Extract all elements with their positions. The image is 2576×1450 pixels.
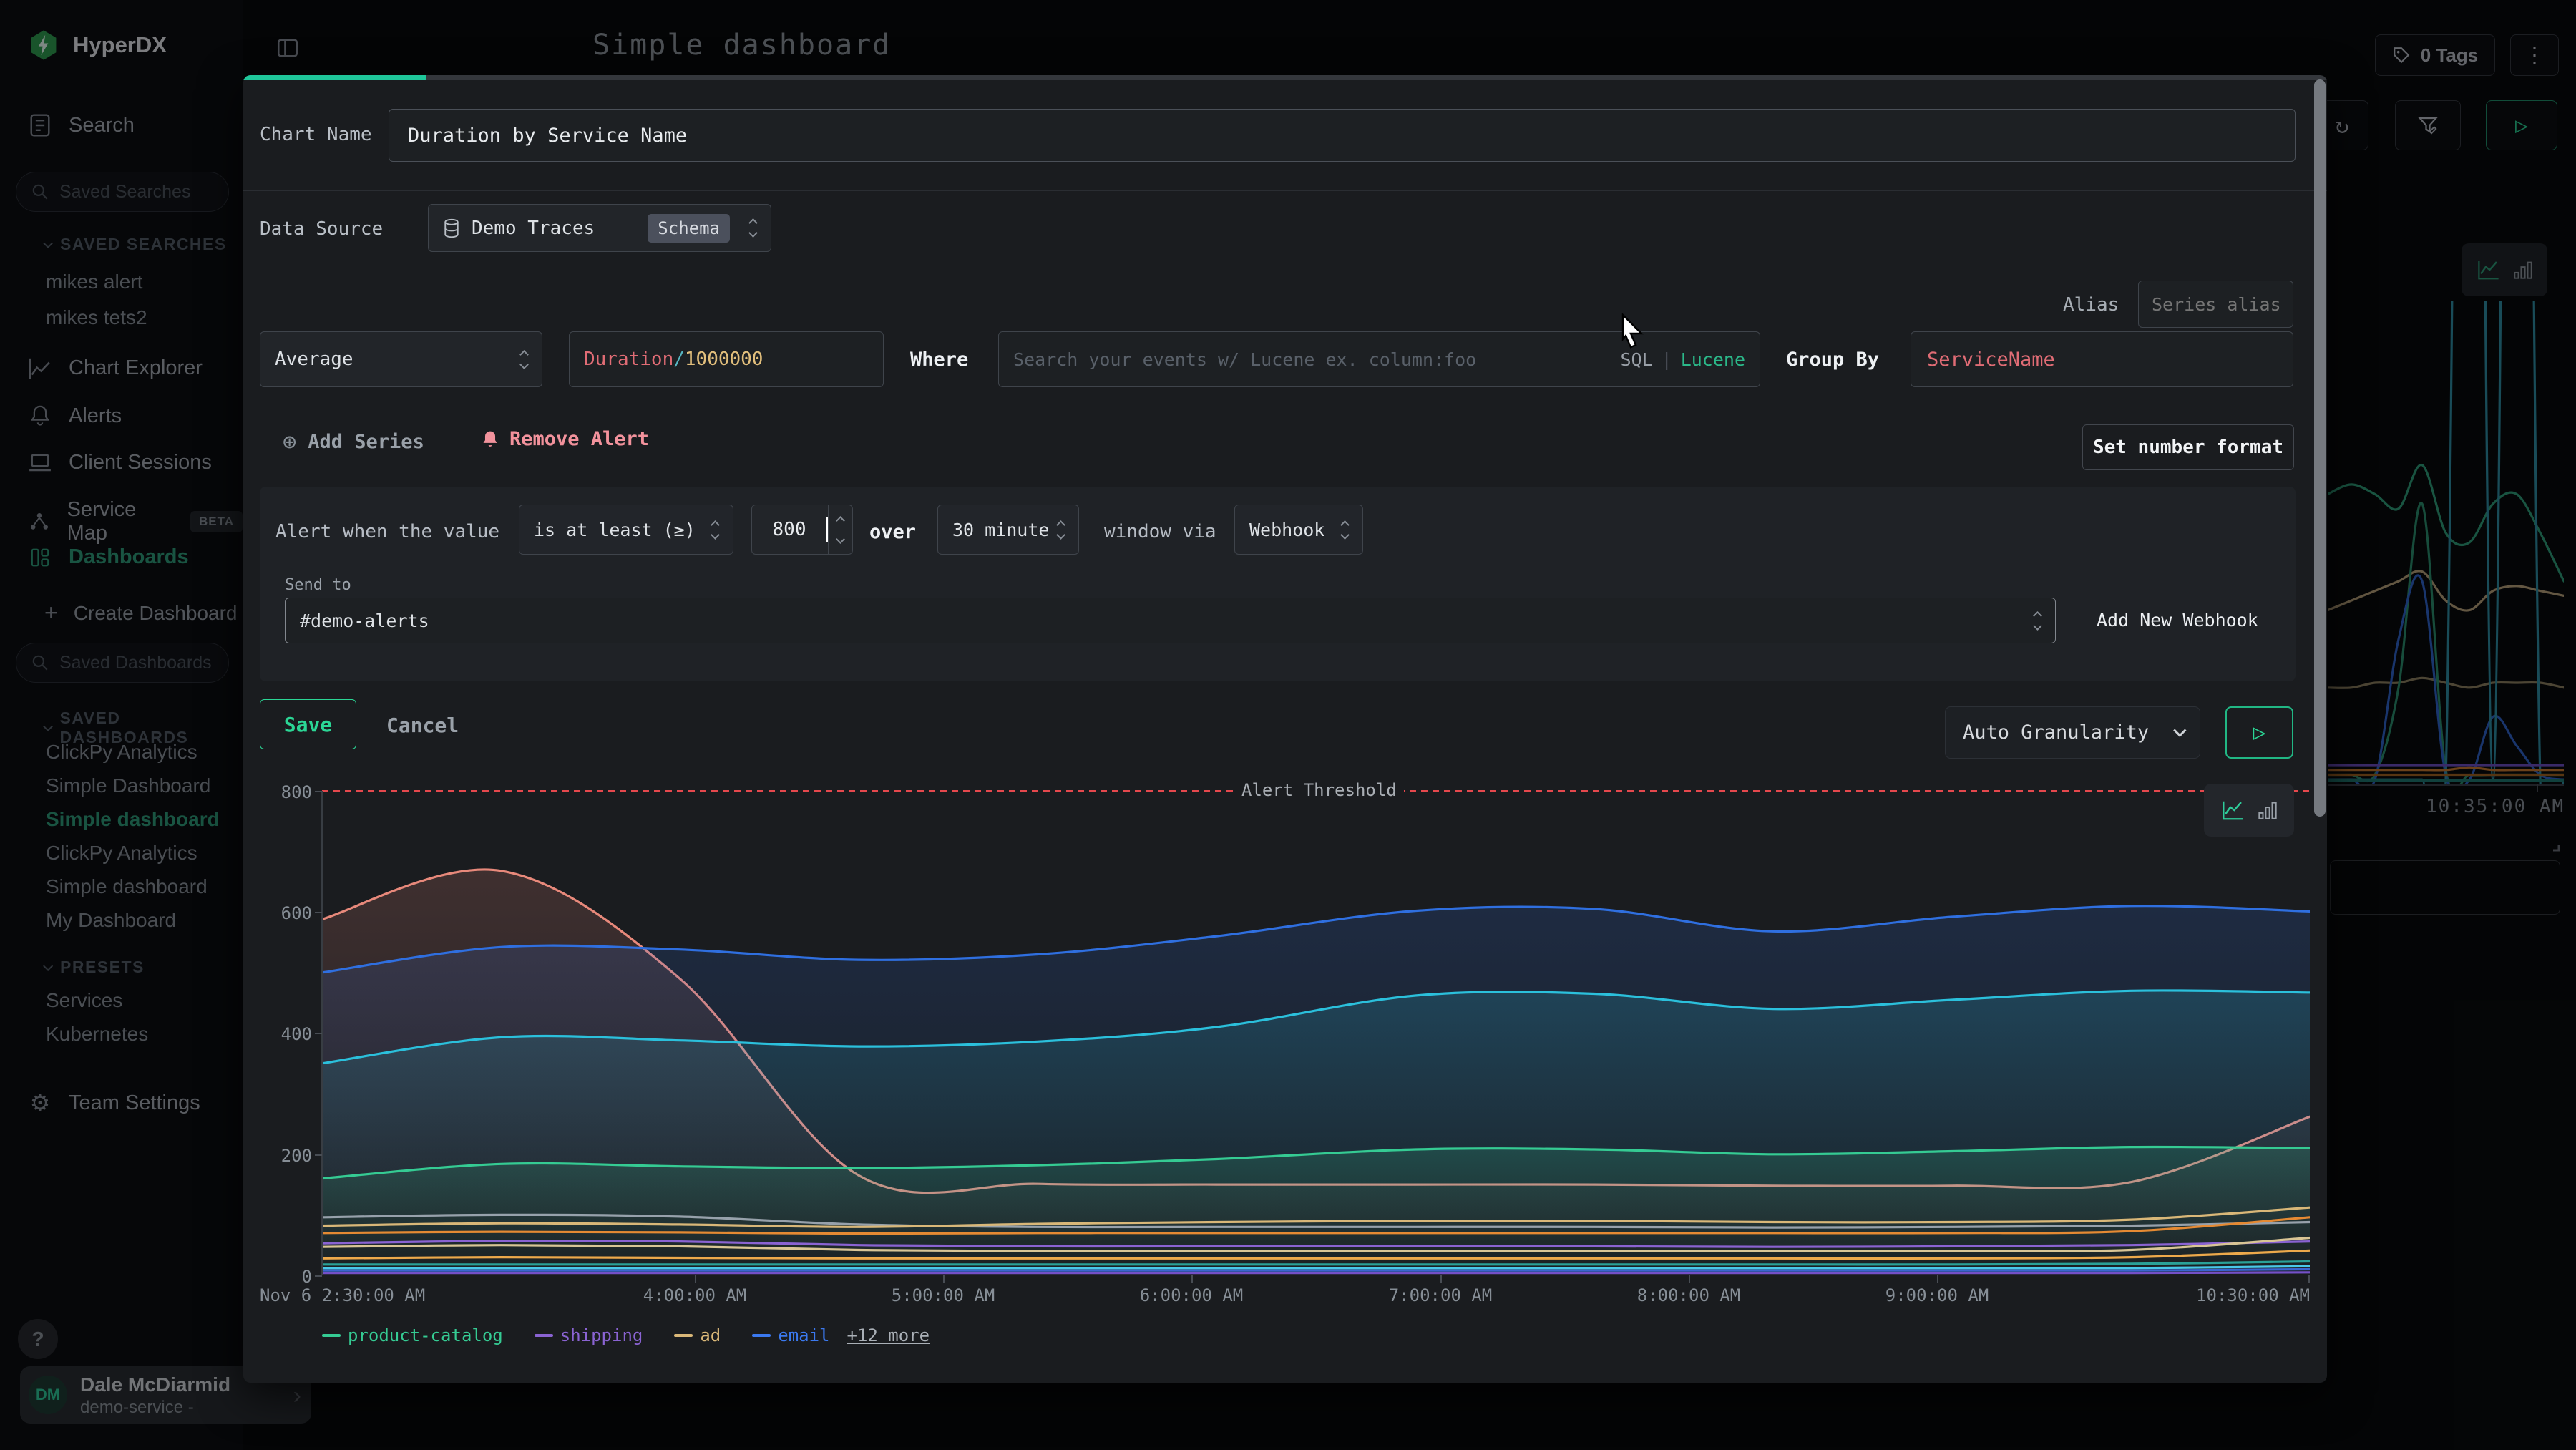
data-source-select[interactable]: Demo Traces Schema: [428, 204, 771, 252]
x-tick-label: 8:00:00 AM: [1637, 1285, 1741, 1305]
aggregation-select[interactable]: Average: [260, 331, 542, 387]
timeseries-chart[interactable]: [322, 791, 2310, 1275]
legend-item[interactable]: shipping: [535, 1325, 643, 1346]
schema-badge: Schema: [648, 214, 730, 243]
add-series-button[interactable]: ⊕ Add Series: [283, 428, 424, 455]
group-by-label: Group By: [1786, 349, 1879, 371]
legend-item[interactable]: product-catalog: [322, 1325, 503, 1346]
select-chevrons-icon: [1058, 522, 1064, 538]
x-tick-label: 9:00:00 AM: [1885, 1285, 1989, 1305]
chart-name-label: Chart Name: [260, 124, 372, 145]
bar-chart-icon: [2258, 799, 2277, 821]
x-tick-label: 4:00:00 AM: [643, 1285, 747, 1305]
alert-bell-icon: [481, 429, 499, 450]
progress-fill: [243, 75, 426, 80]
aggregation-value: Average: [275, 349, 353, 370]
alert-prefix: Alert when the value: [275, 521, 499, 542]
number-stepper[interactable]: [828, 505, 852, 554]
save-button[interactable]: Save: [260, 699, 356, 749]
mouse-cursor: [1619, 313, 1647, 351]
x-tick-label: 10:30:00 AM: [2196, 1285, 2310, 1305]
legend-more-link[interactable]: +12 more: [847, 1325, 930, 1346]
group-by-input[interactable]: [1911, 331, 2293, 387]
where-label: Where: [910, 349, 968, 371]
y-tick-label: 400: [243, 1024, 312, 1044]
y-tick-label: 800: [243, 782, 312, 802]
field-token: Duration: [584, 349, 673, 370]
y-tick-label: 600: [243, 903, 312, 923]
granularity-select[interactable]: Auto Granularity: [1945, 706, 2200, 759]
where-placeholder: Search your events w/ Lucene ex. column:…: [1013, 349, 1476, 370]
alias-label: Alias: [2063, 294, 2119, 316]
field-token: 1000000: [685, 349, 763, 370]
chart-area: Alert Threshold 800 600 400 200 0 Nov 6 …: [243, 759, 2327, 1383]
lucene-toggle[interactable]: Lucene: [1681, 349, 1745, 370]
send-to-label: Send to: [285, 576, 351, 594]
x-tick-label: 5:00:00 AM: [892, 1285, 995, 1305]
select-chevrons-icon: [712, 522, 718, 538]
data-source-label: Data Source: [260, 218, 383, 240]
over-label: over: [869, 521, 916, 543]
database-icon: [443, 218, 460, 238]
legend-item[interactable]: email: [752, 1325, 829, 1346]
modal-scrollbar[interactable]: [2314, 79, 2326, 817]
edit-chart-modal: Chart Name Data Source Demo Traces Schem…: [243, 75, 2327, 1383]
select-chevrons-icon: [1342, 522, 1348, 538]
play-icon: ▷: [2253, 720, 2265, 745]
set-number-format-button[interactable]: Set number format: [2082, 424, 2294, 470]
data-source-value: Demo Traces: [472, 218, 595, 239]
select-chevrons-icon: [521, 351, 527, 368]
cancel-button[interactable]: Cancel: [386, 714, 459, 737]
alias-input[interactable]: [2138, 281, 2293, 328]
field-expression-input[interactable]: Duration/1000000: [569, 331, 884, 387]
sql-toggle[interactable]: SQL: [1620, 349, 1652, 370]
legend-item[interactable]: ad: [674, 1325, 721, 1346]
select-chevrons-icon: [2034, 613, 2041, 629]
line-chart-icon: [2221, 799, 2245, 821]
alert-condition-select[interactable]: is at least (≥): [519, 505, 733, 555]
chart-legend: product-catalog shipping ad email +12 mo…: [322, 1325, 961, 1346]
chevron-down-icon: [2173, 724, 2186, 736]
x-tick-label: 7:00:00 AM: [1389, 1285, 1493, 1305]
y-tick-label: 0: [243, 1267, 312, 1287]
run-chart-button[interactable]: ▷: [2225, 706, 2293, 759]
send-to-select[interactable]: #demo-alerts: [285, 598, 2056, 643]
circle-plus-icon: ⊕: [283, 428, 296, 455]
chart-name-input[interactable]: [389, 109, 2296, 162]
field-token: /: [673, 349, 685, 370]
progress-track: [243, 75, 2327, 80]
window-via-label: window via: [1104, 521, 1216, 542]
alert-threshold-input[interactable]: 800: [751, 505, 853, 555]
chart-type-toggle[interactable]: [2204, 784, 2294, 837]
alert-channel-select[interactable]: Webhook: [1234, 505, 1363, 555]
screen: HyperDX Search Saved Searches SAVED SEAR…: [0, 0, 2576, 1450]
alert-config-panel: Alert when the value is at least (≥) 800…: [260, 487, 2296, 681]
x-tick-label: Nov 6 2:30:00 AM: [260, 1285, 425, 1305]
select-chevrons-icon: [750, 220, 756, 236]
add-new-webhook-button[interactable]: Add New Webhook: [2097, 610, 2258, 631]
alert-window-select[interactable]: 30 minute: [937, 505, 1079, 555]
x-tick-label: 6:00:00 AM: [1140, 1285, 1244, 1305]
y-tick-label: 200: [243, 1146, 312, 1166]
remove-alert-button[interactable]: Remove Alert: [481, 428, 649, 450]
